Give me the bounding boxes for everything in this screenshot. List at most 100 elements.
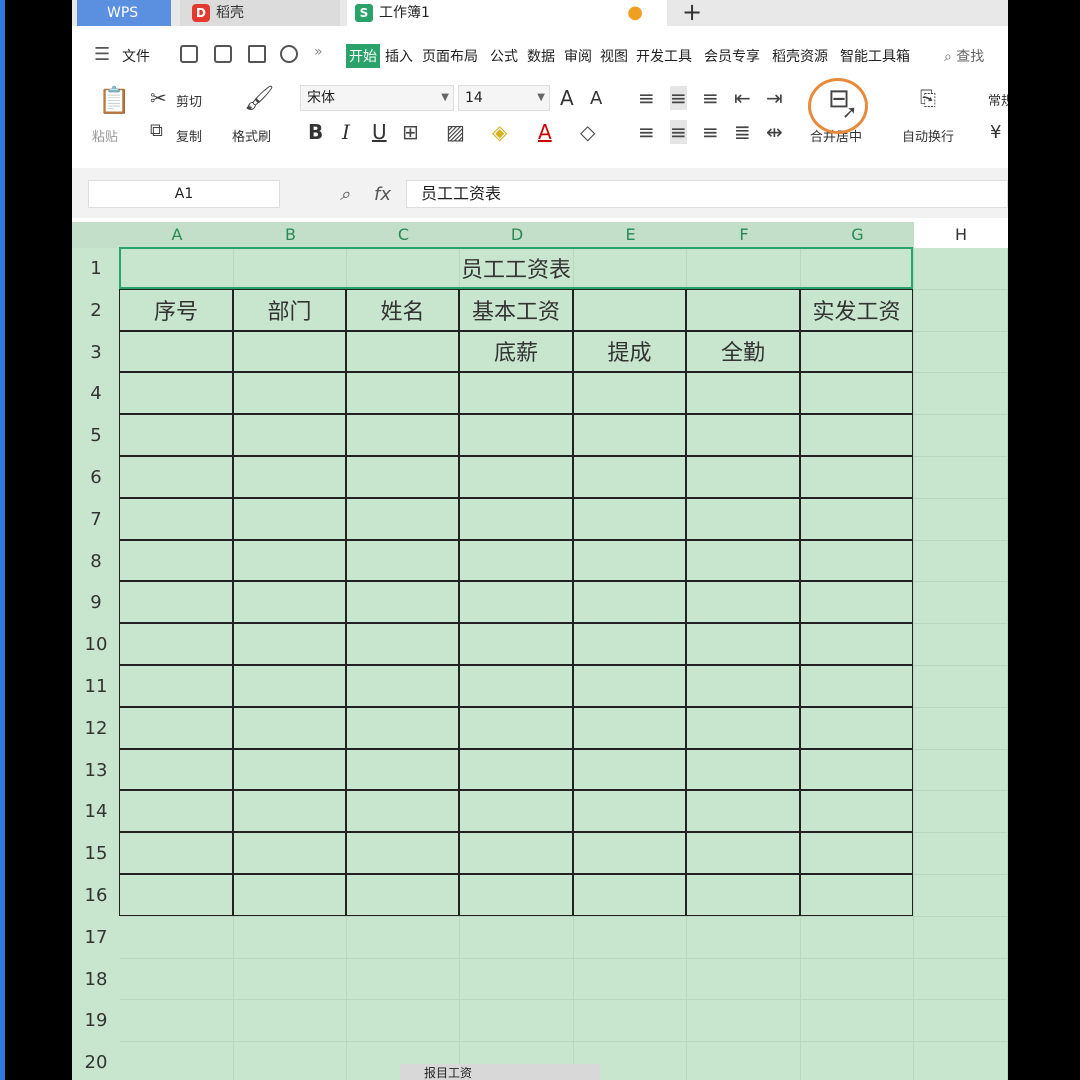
column-header[interactable]: B: [234, 222, 347, 248]
table-cell[interactable]: [459, 790, 573, 833]
table-cell[interactable]: [459, 414, 573, 456]
table-cell[interactable]: [119, 874, 233, 916]
grid-cell[interactable]: [234, 1042, 347, 1080]
grid-cell[interactable]: [460, 1000, 574, 1043]
table-cell[interactable]: [346, 497, 459, 540]
table-cell[interactable]: [459, 623, 573, 665]
grid-cell[interactable]: [914, 833, 1008, 875]
table-cell[interactable]: [119, 456, 233, 498]
row-header[interactable]: 7: [72, 498, 120, 541]
grid-cell[interactable]: [460, 916, 574, 959]
grid-cell[interactable]: [914, 666, 1008, 708]
scissors-icon[interactable]: ✂: [150, 86, 167, 110]
table-cell[interactable]: [459, 456, 573, 498]
tab-developer[interactable]: 开发工具: [636, 46, 692, 66]
new-tab-button[interactable]: +: [677, 0, 707, 26]
grid-cell[interactable]: [460, 958, 574, 1001]
format-painter-button[interactable]: 格式刷: [232, 126, 271, 145]
shrink-font-button[interactable]: A: [590, 88, 602, 109]
table-cell[interactable]: [686, 288, 800, 331]
fx-button[interactable]: fx: [374, 184, 391, 205]
align-middle-icon[interactable]: ≡: [670, 86, 687, 110]
table-cell[interactable]: [233, 330, 346, 373]
sheet-tab[interactable]: 报目工资: [400, 1066, 472, 1080]
table-cell[interactable]: [233, 497, 346, 540]
merged-title-cell[interactable]: 员工工资表: [119, 247, 913, 289]
row-header[interactable]: 4: [72, 373, 120, 416]
decrease-indent-icon[interactable]: ⇤: [734, 86, 751, 110]
align-left-icon[interactable]: ≡: [638, 120, 655, 144]
tab-view[interactable]: 视图: [600, 46, 628, 66]
table-cell[interactable]: [233, 414, 346, 456]
tab-member[interactable]: 会员专享: [704, 46, 760, 66]
table-cell[interactable]: [119, 623, 233, 665]
table-cell[interactable]: [800, 330, 913, 373]
fill-color-icon[interactable]: ◈: [492, 120, 507, 144]
table-cell[interactable]: [686, 706, 800, 749]
table-cell[interactable]: [573, 414, 686, 456]
row-header[interactable]: 14: [72, 791, 120, 834]
justify-icon[interactable]: ≣: [734, 120, 751, 144]
tab-daoke-resources[interactable]: 稻壳资源: [772, 46, 828, 66]
name-box[interactable]: A1: [88, 180, 280, 208]
grid-cell[interactable]: [801, 1042, 914, 1080]
grid-cell[interactable]: [914, 373, 1008, 416]
increase-indent-icon[interactable]: ⇥: [766, 86, 783, 110]
row-header[interactable]: 5: [72, 415, 120, 457]
table-cell[interactable]: [800, 790, 913, 833]
font-color-button[interactable]: A: [538, 120, 552, 144]
table-cell[interactable]: [573, 665, 686, 707]
table-cell[interactable]: [346, 665, 459, 707]
borders-icon[interactable]: ⊞: [402, 120, 419, 144]
eraser-icon[interactable]: ◇: [580, 120, 595, 144]
grid-cell[interactable]: [120, 916, 234, 959]
table-cell[interactable]: [573, 497, 686, 540]
table-cell[interactable]: 提成: [573, 330, 686, 373]
grid-cell[interactable]: [914, 624, 1008, 666]
bold-button[interactable]: B: [308, 120, 323, 144]
row-header[interactable]: 10: [72, 624, 120, 666]
tab-page-layout[interactable]: 页面布局: [422, 46, 478, 66]
table-cell[interactable]: 姓名: [346, 288, 459, 331]
table-cell[interactable]: [686, 665, 800, 707]
table-cell[interactable]: [233, 790, 346, 833]
table-cell[interactable]: [346, 706, 459, 749]
align-right-icon[interactable]: ≡: [702, 120, 719, 144]
grid-cell[interactable]: [914, 707, 1008, 750]
table-cell[interactable]: [573, 706, 686, 749]
table-cell[interactable]: [119, 832, 233, 874]
row-header[interactable]: 18: [72, 958, 120, 1001]
copy-icon[interactable]: ⧉: [150, 120, 163, 141]
table-cell[interactable]: [233, 665, 346, 707]
align-top-icon[interactable]: ≡: [638, 86, 655, 110]
row-header[interactable]: 2: [72, 289, 120, 332]
table-cell[interactable]: 底薪: [459, 330, 573, 373]
grow-font-button[interactable]: A: [560, 86, 574, 110]
table-cell[interactable]: [800, 581, 913, 624]
table-cell[interactable]: [346, 539, 459, 582]
grid-cell[interactable]: [120, 1000, 234, 1043]
row-header[interactable]: 8: [72, 540, 120, 583]
table-cell[interactable]: [573, 456, 686, 498]
paste-button[interactable]: 粘贴: [92, 126, 118, 145]
select-all-corner[interactable]: [72, 222, 120, 248]
number-format-select[interactable]: 常规: [988, 90, 1008, 109]
table-cell[interactable]: [346, 581, 459, 624]
grid-cell[interactable]: [914, 1042, 1008, 1080]
row-header[interactable]: 15: [72, 833, 120, 875]
table-cell[interactable]: [233, 623, 346, 665]
table-cell[interactable]: [800, 372, 913, 415]
grid-cell[interactable]: [574, 958, 687, 1001]
tab-smart-toolbox[interactable]: 智能工具箱: [840, 46, 910, 66]
paste-icon[interactable]: 📋: [98, 86, 130, 116]
column-header[interactable]: A: [120, 222, 234, 248]
export-pdf-icon[interactable]: [214, 45, 232, 63]
table-cell[interactable]: [119, 706, 233, 749]
column-header[interactable]: G: [801, 222, 914, 248]
table-cell[interactable]: [119, 539, 233, 582]
row-header[interactable]: 16: [72, 875, 120, 917]
grid-cell[interactable]: [914, 791, 1008, 834]
table-cell[interactable]: [233, 456, 346, 498]
table-cell[interactable]: [573, 288, 686, 331]
table-cell[interactable]: [119, 414, 233, 456]
